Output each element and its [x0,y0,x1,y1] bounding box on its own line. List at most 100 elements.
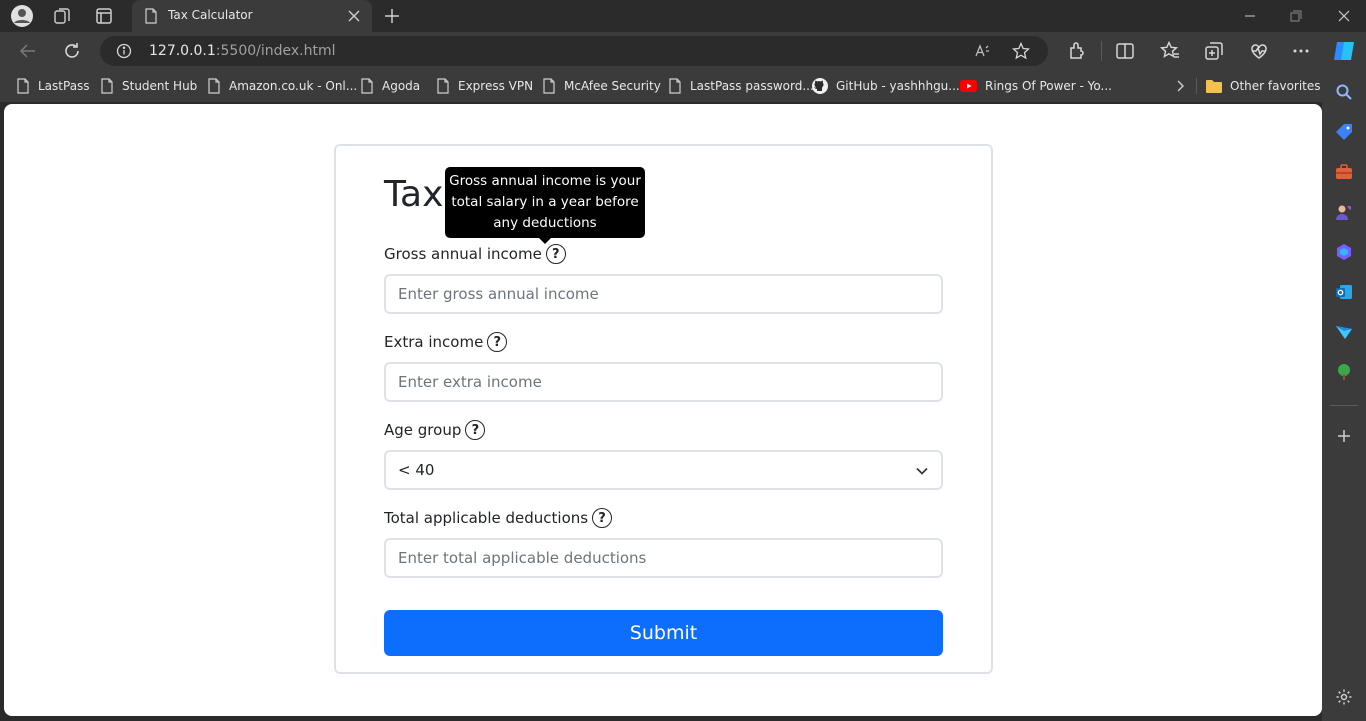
games-icon[interactable] [1335,203,1353,221]
outlook-icon[interactable] [1335,283,1353,301]
extensions-icon[interactable] [1066,40,1088,62]
other-favorites-label: Other favorites [1230,79,1321,93]
page-title: Tax [384,174,444,215]
back-icon[interactable] [17,40,39,62]
favorites-separator [1196,78,1197,94]
copilot-icon[interactable] [1331,38,1357,64]
restore-icon[interactable] [1286,6,1306,26]
page-icon [669,78,681,94]
age-group-help-icon[interactable]: ? [465,420,486,440]
tab-title: Tax Calculator [168,8,253,22]
page-icon [145,8,157,24]
favorite-student-hub[interactable]: Student Hub [100,77,197,95]
favorite-agoda[interactable]: Agoda [360,77,420,95]
deductions-label-row: Total applicable deductions ? [384,506,613,530]
favorite-lastpass-password[interactable]: LastPass password... [668,77,814,95]
workspaces-icon[interactable] [50,4,74,28]
url-path: :5500/index.html [215,43,336,59]
read-aloud-icon[interactable] [974,42,992,60]
add-icon[interactable] [1335,427,1353,445]
deductions-label: Total applicable deductions [384,509,589,527]
tab-actions-icon[interactable] [92,4,116,28]
gross-income-tooltip: Gross annual income is your total salary… [445,167,645,244]
gross-income-label-row: Gross annual income ? [384,242,566,266]
github-icon [812,78,828,94]
favorite-mcafee[interactable]: McAfee Security [542,77,661,95]
age-group-value: < 40 [398,461,435,479]
settings-gear-icon[interactable] [1335,688,1353,706]
chevron-down-icon [916,467,928,475]
deductions-input[interactable] [384,538,943,578]
tooltip-line-1: Gross annual income is your [449,173,641,189]
tools-icon[interactable] [1335,163,1353,181]
favorite-label: Amazon.co.uk - Onl... [229,79,358,93]
more-menu-icon[interactable] [1290,40,1312,62]
favorite-label: GitHub - yashhhgu... [836,79,960,93]
gross-income-label: Gross annual income [384,245,542,263]
tax-form-card: Tax Gross annual income ? Extra income ?… [334,144,993,674]
browser-toolbar: 127.0.0.1:5500/index.html [0,32,1366,70]
youtube-icon [960,80,977,92]
page-icon [543,78,555,94]
profile-icon[interactable] [10,4,34,28]
favorite-label: Student Hub [122,79,198,93]
tree-icon[interactable] [1335,363,1353,381]
favorite-amazon[interactable]: Amazon.co.uk - Onl... [207,77,357,95]
collections-icon[interactable] [1203,40,1225,62]
favorite-label: Express VPN [458,79,534,93]
url-host: 127.0.0.1 [149,43,216,59]
favorites-icon[interactable] [1159,40,1181,62]
favorite-express-vpn[interactable]: Express VPN [436,77,533,95]
favorite-lastpass[interactable]: LastPass [16,77,90,95]
gross-income-help-icon[interactable]: ? [545,244,566,264]
extra-income-help-icon[interactable]: ? [487,332,508,352]
close-window-icon[interactable] [1334,6,1354,26]
page-icon [361,78,373,94]
site-info-icon[interactable] [116,43,132,59]
favorite-label: Rings Of Power - Yo... [985,79,1112,93]
age-group-label: Age group [384,421,462,439]
toolbar-separator [1101,41,1102,61]
browser-essentials-icon[interactable] [1248,40,1270,62]
refresh-icon[interactable] [61,40,83,62]
close-tab-icon[interactable] [346,8,362,24]
split-screen-icon[interactable] [1114,40,1136,62]
tooltip-line-2: total salary in a year before [451,194,639,210]
tooltip-line-3: any deductions [493,215,597,231]
folder-icon [1206,80,1222,93]
address-bar[interactable]: 127.0.0.1:5500/index.html [100,36,1048,66]
shopping-tag-icon[interactable] [1335,123,1353,141]
gross-income-input[interactable] [384,274,943,314]
favorite-label: LastPass [38,79,90,93]
favorite-label: McAfee Security [564,79,661,93]
extra-income-input[interactable] [384,362,943,402]
deductions-help-icon[interactable]: ? [592,508,613,528]
page-icon [17,78,29,94]
search-icon[interactable] [1335,83,1353,101]
extra-income-label: Extra income [384,333,484,351]
page-icon [208,78,220,94]
page-icon [437,78,449,94]
page-icon [101,78,113,94]
page-viewport: Tax Gross annual income ? Extra income ?… [4,104,1322,716]
edge-sidebar [1322,70,1366,721]
url-text[interactable]: 127.0.0.1:5500/index.html [149,43,336,59]
chevron-right-icon[interactable] [1172,78,1188,94]
new-tab-icon[interactable] [382,6,402,26]
favorite-label: LastPass password... [690,79,814,93]
drop-icon[interactable] [1335,323,1353,341]
tab-tax-calculator[interactable]: Tax Calculator [132,0,372,32]
minimize-icon[interactable] [1240,6,1260,26]
tooltip-arrow [539,238,551,244]
age-group-select[interactable]: < 40 [384,450,943,490]
favorite-label: Agoda [382,79,421,93]
copilot-sidebar-icon[interactable] [1335,243,1353,261]
favorite-rings-of-power[interactable]: Rings Of Power - Yo... [960,77,1112,95]
other-favorites[interactable]: Other favorites [1206,77,1321,95]
sidebar-separator [1330,405,1358,406]
submit-button[interactable]: Submit [384,610,943,656]
favorite-github[interactable]: GitHub - yashhhgu... [812,77,960,95]
tab-strip: Tax Calculator [0,0,1366,32]
add-favorite-icon[interactable] [1012,42,1030,60]
age-group-label-row: Age group ? [384,418,486,442]
